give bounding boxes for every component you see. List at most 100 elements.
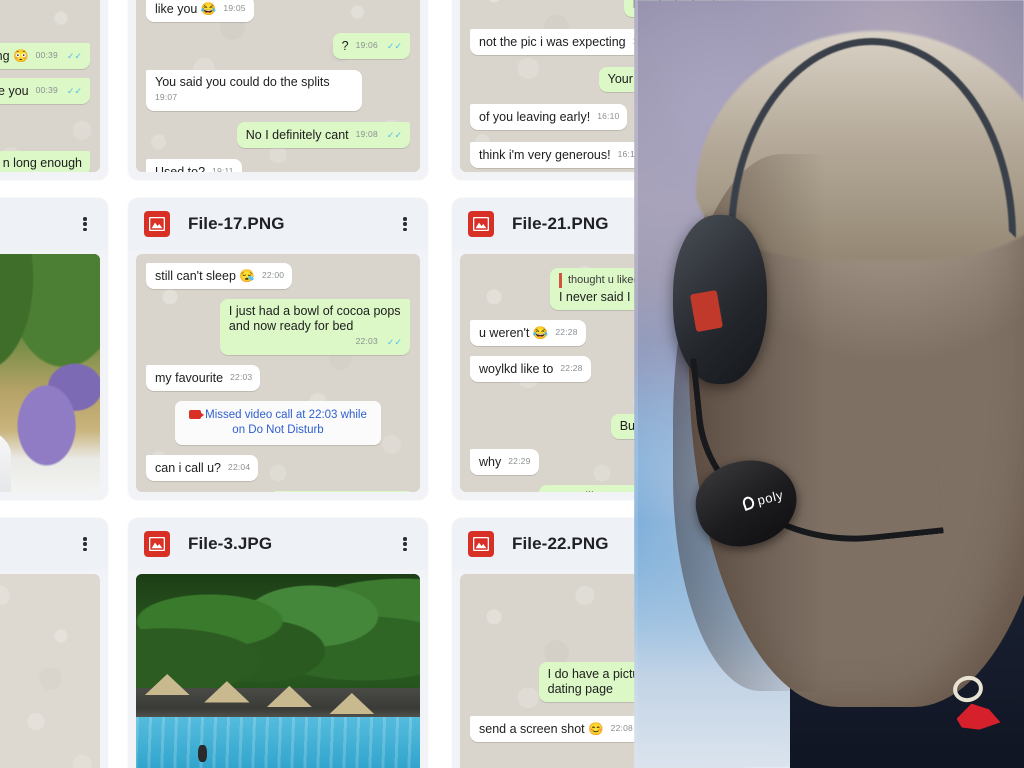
bubble-time: 19:05: [223, 3, 246, 13]
chat-bubble: I just had a bowl of cocoa pops and now …: [219, 299, 410, 355]
file-name-label: File-3.JPG: [188, 534, 273, 553]
file-card-header: File-17.PNG: [128, 198, 428, 250]
bubble-text: of you leaving early!: [479, 110, 591, 124]
bubble-time: 22:28: [560, 363, 583, 373]
pool-photo: [136, 574, 420, 768]
bubble-time: 22:28: [555, 327, 578, 337]
chat-bubble: No I definitely cant 19:08 ✓✓: [236, 122, 410, 148]
chat-row: ? 19:06 ✓✓: [146, 33, 410, 59]
bubble-text: ?: [341, 39, 349, 53]
missed-call-notice[interactable]: Missed video call at 22:03 while on Do N…: [175, 401, 381, 445]
bubble-text: woylkd like to: [479, 362, 554, 376]
file-card-top-center[interactable]: like you 😂 19:05 ? 19:06 ✓✓ You said you…: [128, 0, 428, 180]
bubble-text: not the pic i was expecting: [479, 35, 626, 49]
file-card-header: [0, 518, 108, 570]
pool-water: [136, 716, 420, 768]
chat-bubble: ? 19:06 ✓✓: [332, 33, 410, 59]
bubble-time: 16:10: [597, 111, 620, 121]
bubble-time: 00:39: [35, 50, 58, 60]
chat-bubble: can i call u? 22:04: [146, 455, 259, 481]
person-shirt: [0, 415, 11, 492]
file-card-header: File-3.JPG: [128, 518, 428, 570]
bubble-text: u weren't 😂: [479, 326, 549, 340]
chat-bubble: still can't sleep 😪 22:00: [146, 263, 293, 289]
whatsapp-thumbnail: like you 😂 19:05 ? 19:06 ✓✓ You said you…: [136, 0, 420, 172]
bubble-text: can i call u?: [155, 461, 222, 475]
kebab-menu-icon[interactable]: [76, 214, 94, 234]
thumbnail-preview: [136, 574, 420, 768]
chat-row: still can't sleep 😪 22:00: [146, 263, 410, 289]
file-card-mid-left[interactable]: [0, 198, 108, 500]
bubble-text: make you: [0, 84, 29, 98]
file-card-file-3[interactable]: File-3.JPG: [128, 518, 428, 768]
chat-row: You said you could do the splits 19:07: [146, 70, 410, 111]
bubble-time: 22:03: [230, 372, 253, 382]
team-logo-ring: [950, 672, 985, 705]
file-name-label: File-21.PNG: [512, 214, 609, 233]
chat-row: aiting 😳 00:39 ✓✓: [0, 43, 90, 69]
read-receipt-icon: ✓✓: [386, 130, 402, 140]
swimmer: [198, 745, 207, 763]
chat-row: No I definitely cant 19:08 ✓✓: [146, 122, 410, 148]
chat-bubble: n long enough: [0, 151, 90, 172]
chat-bubble: aiting 😳 00:39 ✓✓: [0, 43, 90, 69]
chat-bubble: my favourite 22:03: [146, 365, 261, 391]
chat-row: my favourite 22:03: [146, 365, 410, 391]
bubble-time: 19:07: [155, 92, 178, 102]
chat-row: I just had a bowl of cocoa pops and now …: [146, 299, 410, 355]
read-receipt-icon: ✓✓: [386, 337, 402, 347]
team-logo: [941, 672, 1005, 730]
chat-bubble: u weren't 😂 22:28: [470, 320, 586, 346]
chat-row: make you 00:39 ✓✓: [0, 78, 90, 104]
chat-bubble: of you leaving early! 16:10: [470, 104, 628, 130]
bubble-time: 22:29: [508, 456, 531, 466]
kebab-menu-icon[interactable]: [76, 534, 94, 554]
bubble-text: You said you could do the splits: [155, 75, 330, 89]
image-file-icon: [144, 531, 170, 557]
chat-row: n long enough: [0, 151, 90, 172]
file-card-top-left[interactable]: 00:38 ✓✓ aiting 😳 00:39 ✓✓: [0, 0, 108, 180]
headset-man-photo[interactable]: poly: [634, 0, 1024, 768]
file-card-bot-left[interactable]: 15:32: [0, 518, 108, 768]
garden-photo: [0, 254, 100, 492]
bubble-time: 22:08: [610, 723, 633, 733]
bubble-text: Used to?: [155, 165, 206, 172]
bubble-text: still can't sleep 😪: [155, 269, 255, 283]
file-card-header: [0, 198, 108, 250]
bubble-text: send a screen shot 😊: [479, 722, 604, 736]
bubble-text: like you 😂: [155, 2, 217, 16]
file-card-file-17[interactable]: File-17.PNG still can't sleep 😪 22:00 I …: [128, 198, 428, 500]
whatsapp-thumbnail: 00:38 ✓✓ aiting 😳 00:39 ✓✓: [0, 0, 100, 172]
whatsapp-thumbnail: still can't sleep 😪 22:00 I just had a b…: [136, 254, 420, 492]
bubble-time: 00:39: [35, 85, 58, 95]
bubble-text: n long enough: [2, 156, 82, 170]
chat-row: Missed video call at 22:03 while on Do N…: [146, 401, 410, 445]
bubble-time: 22:03: [355, 336, 378, 346]
thumbnail-preview: still can't sleep 😪 22:00 I just had a b…: [136, 254, 420, 492]
chat-bubble: Used to? 19:11: [146, 159, 242, 172]
kebab-menu-icon[interactable]: [396, 534, 414, 554]
team-logo-bull: [956, 703, 1001, 730]
video-camera-icon: [189, 410, 205, 419]
missed-call-text: Missed video call at 22:03 while on Do N…: [205, 409, 367, 436]
photo-left-edge: [634, 0, 638, 768]
bubble-time: 22:04: [228, 462, 251, 472]
bubble-text: my favourite: [155, 371, 224, 385]
file-name-label: File-17.PNG: [188, 214, 285, 233]
image-file-icon: [144, 211, 170, 237]
bubble-text: aiting 😳: [0, 49, 29, 63]
bubble-text: think i'm very generous!: [479, 148, 611, 162]
chat-bubble: woylkd like to 22:28: [470, 356, 591, 382]
bubble-text: No I definitely cant: [245, 128, 349, 142]
chat-row: Used to? 19:11: [146, 159, 410, 172]
image-file-icon: [468, 211, 494, 237]
whatsapp-thumbnail: 15:32: [0, 574, 100, 768]
screen: 00:38 ✓✓ aiting 😳 00:39 ✓✓: [0, 0, 1024, 768]
kebab-menu-icon[interactable]: [396, 214, 414, 234]
bubble-time: 22:00: [261, 270, 285, 280]
chat-bubble: think i'm very generous! 16:11: [470, 142, 648, 168]
chat-bubble: send a screen shot 😊 22:08: [470, 716, 641, 742]
bubble-text: why: [479, 455, 502, 469]
bubble-time: 19:08: [355, 129, 378, 139]
poly-brand-label: poly: [756, 486, 786, 508]
